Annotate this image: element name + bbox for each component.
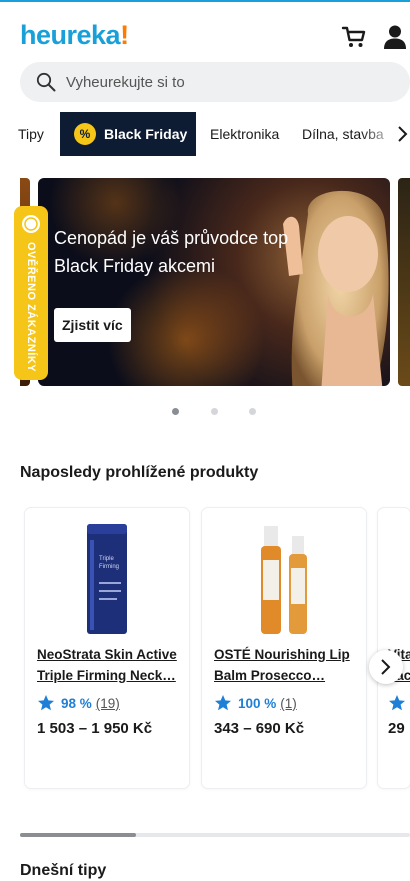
search-input[interactable]: [66, 62, 386, 102]
verified-badge-text: OVĚŘENO ZÁKAZNÍKY: [25, 242, 37, 373]
seal-icon: [22, 215, 40, 233]
star-icon: [215, 695, 231, 711]
verified-by-customers-badge[interactable]: OVĚŘENO ZÁKAZNÍKY: [14, 206, 48, 380]
review-count[interactable]: (1): [280, 696, 297, 711]
user-icon[interactable]: [383, 24, 407, 50]
today-tips-title: Dnešní tipy: [20, 862, 107, 879]
banner-woman-image: [283, 190, 389, 386]
carousel-dot-1[interactable]: [172, 408, 179, 415]
chevron-right-icon[interactable]: [396, 124, 410, 144]
banner-next-slide-peek[interactable]: [398, 178, 410, 386]
product-name-line: OSTÉ Nourishing Lip: [214, 647, 350, 662]
product-card[interactable]: OSTÉ Nourishing Lip Balm Prosecco… 100 %…: [202, 508, 366, 788]
product-card-partial[interactable]: Vita Lac 29: [378, 508, 410, 788]
svg-text:Firming: Firming: [99, 564, 119, 570]
carousel-dot-3[interactable]: [249, 408, 256, 415]
rating-percent: 100 %: [238, 696, 277, 711]
cart-icon[interactable]: [341, 24, 367, 50]
recently-viewed-title: Naposledy prohlížené produkty: [20, 464, 259, 481]
product-card[interactable]: Triple Firming NeoStrata Skin Active Tri…: [25, 508, 189, 788]
product-price: 29: [388, 720, 405, 737]
svg-text:Triple: Triple: [99, 556, 114, 562]
product-price: 1 503 – 1 950 Kč: [37, 720, 153, 737]
product-name-line: NeoStrata Skin Active: [37, 647, 177, 662]
banner-title: Cenopád je váš průvodce top Black Friday…: [54, 228, 289, 276]
logo-text: heureka: [20, 20, 121, 50]
product-name-line: Balm Prosecco…: [214, 668, 326, 683]
product-image-oste: [261, 526, 307, 634]
banner-cta-button[interactable]: Zjistit víc: [54, 308, 131, 342]
header: heureka!: [0, 2, 410, 62]
category-tabs: Tipy % Black Friday Elektronika Dílna, s…: [0, 112, 410, 156]
chevron-right-icon: [381, 659, 391, 675]
product-name-link[interactable]: NeoStrata Skin Active Triple Firming Nec…: [37, 644, 183, 686]
tab-tipy[interactable]: Tipy: [18, 112, 44, 156]
tab-elektronika[interactable]: Elektronika: [210, 112, 279, 156]
scrollbar-thumb[interactable]: [20, 833, 136, 837]
carousel-dot-2[interactable]: [211, 408, 218, 415]
products-scrollbar[interactable]: [20, 833, 410, 837]
product-name-link[interactable]: OSTÉ Nourishing Lip Balm Prosecco…: [214, 644, 360, 686]
heureka-logo[interactable]: heureka!: [20, 20, 129, 51]
promo-banner[interactable]: Cenopád je váš průvodce top Black Friday…: [38, 178, 390, 386]
search-icon: [36, 72, 56, 92]
review-count[interactable]: (19): [96, 696, 120, 711]
tabs-fade-overlay: [360, 112, 400, 156]
product-rating: 98 % (19): [37, 694, 120, 714]
star-icon: [38, 695, 54, 711]
search-bar[interactable]: [20, 62, 410, 102]
rating-percent: 98 %: [61, 696, 92, 711]
logo-bang: !: [120, 20, 129, 50]
carousel-next-button[interactable]: [369, 650, 403, 684]
percent-badge-icon: %: [74, 123, 96, 145]
product-image-neostrata: Triple Firming: [87, 524, 127, 634]
star-icon: [389, 695, 405, 711]
product-name-line: Triple Firming Neck…: [37, 668, 176, 683]
product-rating: 100 % (1): [214, 694, 297, 714]
tab-label: Black Friday: [104, 126, 188, 142]
product-price: 343 – 690 Kč: [214, 720, 305, 737]
product-rating: [388, 694, 410, 714]
tab-black-friday[interactable]: % Black Friday: [60, 112, 196, 156]
